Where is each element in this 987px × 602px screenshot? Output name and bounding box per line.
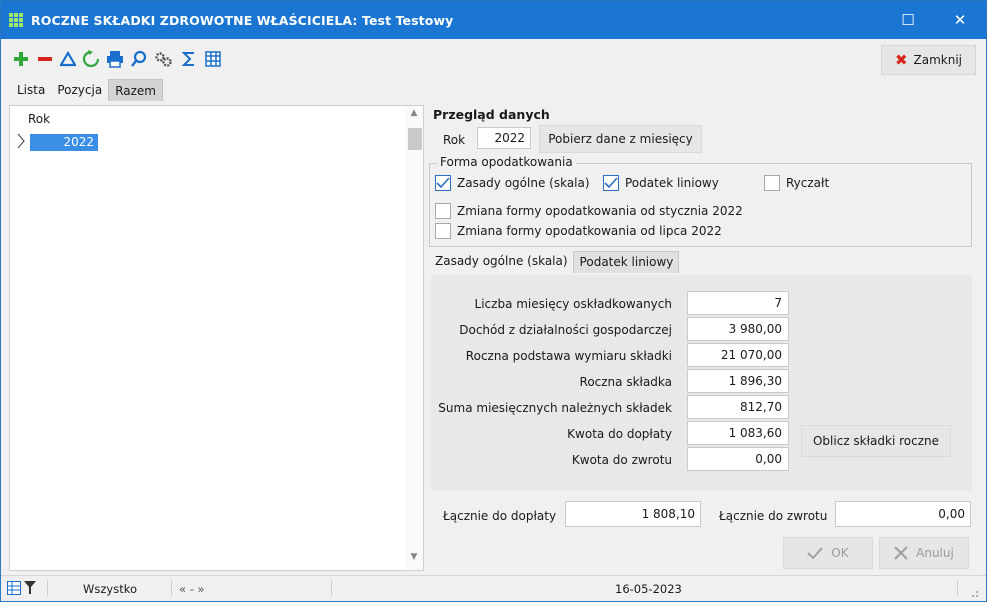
podatek-liniowy-label: Podatek liniowy	[625, 176, 719, 190]
list-header-rok[interactable]: Rok	[28, 112, 50, 126]
tab-pozycja[interactable]: Pozycja	[51, 79, 108, 101]
record-navigator[interactable]: « - »	[179, 582, 205, 596]
refresh-button[interactable]	[81, 49, 101, 69]
close-x-icon: ✖	[894, 51, 908, 69]
ok-label: OK	[831, 546, 849, 560]
sum-button[interactable]	[179, 49, 199, 69]
delete-button[interactable]	[35, 49, 55, 69]
rok-field[interactable]: 2022	[477, 127, 531, 149]
cancel-label: Anuluj	[916, 546, 954, 560]
grid-icon[interactable]	[7, 581, 21, 595]
zmiana-lipiec-checkbox[interactable]: Zmiana formy opodatkowania od lipca 2022	[435, 223, 722, 239]
minus-icon	[38, 57, 52, 61]
zasady-ogolne-label: Zasady ogólne (skala)	[457, 176, 590, 190]
checkbox-empty-icon	[764, 175, 780, 191]
window-title: ROCZNE SKŁADKI ZDROWOTNE WŁAŚCICIELA: Te…	[31, 12, 454, 28]
scroll-thumb[interactable]	[408, 128, 422, 150]
detail-value: 0,00	[687, 447, 789, 471]
search-icon	[131, 50, 147, 67]
maximize-button[interactable]: ☐	[882, 1, 934, 39]
maximize-icon: ☐	[901, 11, 915, 29]
year-list: Rok 2022 ▲ ▼	[9, 105, 424, 571]
settings-button[interactable]	[153, 49, 173, 69]
calculate-button[interactable]: Oblicz składki roczne	[801, 425, 951, 457]
ryczalt-label: Ryczałt	[786, 176, 830, 190]
zmiana-styczen-label: Zmiana formy opodatkowania od stycznia 2…	[457, 204, 743, 218]
detail-value: 3 980,00	[687, 317, 789, 341]
settings-icon	[155, 52, 172, 67]
podatek-liniowy-content: Liczba miesięcy oskładkowanych 7 Dochód …	[431, 275, 972, 491]
zasady-ogolne-checkbox[interactable]: Zasady ogólne (skala)	[435, 175, 590, 191]
close-icon: ✕	[953, 11, 967, 29]
columns-icon	[205, 51, 221, 67]
total-zwrotu-field: 0,00	[835, 501, 971, 527]
subtab-zasady-ogolne[interactable]: Zasady ogólne (skala)	[429, 251, 573, 273]
overview-panel: Przegląd danych Rok 2022 Pobierz dane z …	[429, 105, 975, 572]
app-icon	[9, 13, 25, 27]
overview-title: Przegląd danych	[433, 107, 550, 122]
resize-grip-icon[interactable]	[967, 586, 979, 598]
filter-status: Wszystko	[83, 582, 137, 596]
total-zwrotu-label: Łącznie do zwrotu	[719, 509, 828, 523]
toolbar: ✖ Zamknij	[1, 39, 986, 79]
scroll-down-icon[interactable]: ▼	[405, 552, 423, 568]
list-row-year[interactable]: 2022	[30, 134, 98, 151]
columns-button[interactable]	[203, 49, 223, 69]
printer-icon	[107, 51, 123, 68]
row-indicator-icon	[17, 133, 25, 149]
fetch-data-button[interactable]: Pobierz dane z miesięcy	[539, 125, 702, 153]
detail-value: 21 070,00	[687, 343, 789, 367]
forma-opodatkowania-legend: Forma opodatkowania	[437, 155, 576, 169]
detail-label: Dochód z działalności gospodarczej	[459, 323, 672, 337]
triangle-icon	[60, 51, 76, 67]
detail-value: 812,70	[687, 395, 789, 419]
checkbox-empty-icon	[435, 203, 451, 219]
edit-button[interactable]	[58, 49, 78, 69]
zamknij-button[interactable]: ✖ Zamknij	[881, 45, 976, 75]
detail-label: Suma miesięcznych należnych składek	[438, 401, 672, 415]
title-bar: ROCZNE SKŁADKI ZDROWOTNE WŁAŚCICIELA: Te…	[1, 1, 986, 39]
check-icon	[807, 547, 824, 559]
main-tabs: Lista Pozycja Razem	[11, 79, 163, 101]
cancel-icon	[894, 546, 908, 560]
detail-value: 7	[687, 291, 789, 315]
sum-icon	[181, 52, 194, 66]
status-bar: Wszystko « - » 16-05-2023	[1, 575, 986, 601]
zmiana-lipiec-label: Zmiana formy opodatkowania od lipca 2022	[457, 224, 722, 238]
zamknij-label: Zamknij	[913, 53, 963, 67]
status-date: 16-05-2023	[615, 582, 682, 596]
detail-label: Kwota do zwrotu	[571, 453, 672, 467]
close-window-button[interactable]: ✕	[934, 1, 986, 39]
zmiana-styczen-checkbox[interactable]: Zmiana formy opodatkowania od stycznia 2…	[435, 203, 743, 219]
ryczalt-checkbox[interactable]: Ryczałt	[764, 175, 829, 191]
detail-label: Roczna składka	[579, 375, 672, 389]
main-window: ROCZNE SKŁADKI ZDROWOTNE WŁAŚCICIELA: Te…	[0, 0, 987, 602]
detail-label: Roczna podstawa wymiaru składki	[465, 349, 672, 363]
total-doplaty-field: 1 808,10	[565, 501, 701, 527]
ok-button[interactable]: OK	[783, 537, 873, 569]
detail-value: 1 083,60	[687, 421, 789, 445]
print-button[interactable]	[105, 49, 125, 69]
detail-value: 1 896,30	[687, 369, 789, 393]
add-button[interactable]	[11, 49, 31, 69]
cancel-button[interactable]: Anuluj	[879, 537, 969, 569]
subtab-podatek-liniowy[interactable]: Podatek liniowy	[572, 251, 680, 273]
scroll-up-icon[interactable]: ▲	[405, 108, 423, 124]
tab-razem[interactable]: Razem	[108, 79, 163, 101]
filter-icon[interactable]	[24, 581, 36, 595]
checkbox-checked-icon	[435, 175, 451, 191]
checkbox-empty-icon	[435, 223, 451, 239]
search-button[interactable]	[129, 49, 149, 69]
tax-subtabs: Zasady ogólne (skala) Podatek liniowy	[429, 251, 680, 273]
detail-label: Liczba miesięcy oskładkowanych	[474, 297, 672, 311]
tab-lista[interactable]: Lista	[11, 79, 51, 101]
detail-label: Kwota do dopłaty	[567, 427, 672, 441]
list-scrollbar[interactable]: ▲ ▼	[405, 106, 423, 570]
podatek-liniowy-checkbox[interactable]: Podatek liniowy	[603, 175, 719, 191]
total-doplaty-label: Łącznie do dopłaty	[443, 509, 557, 523]
rok-label: Rok	[443, 133, 466, 147]
refresh-icon	[82, 50, 100, 68]
checkbox-checked-icon	[603, 175, 619, 191]
plus-icon	[14, 52, 28, 66]
